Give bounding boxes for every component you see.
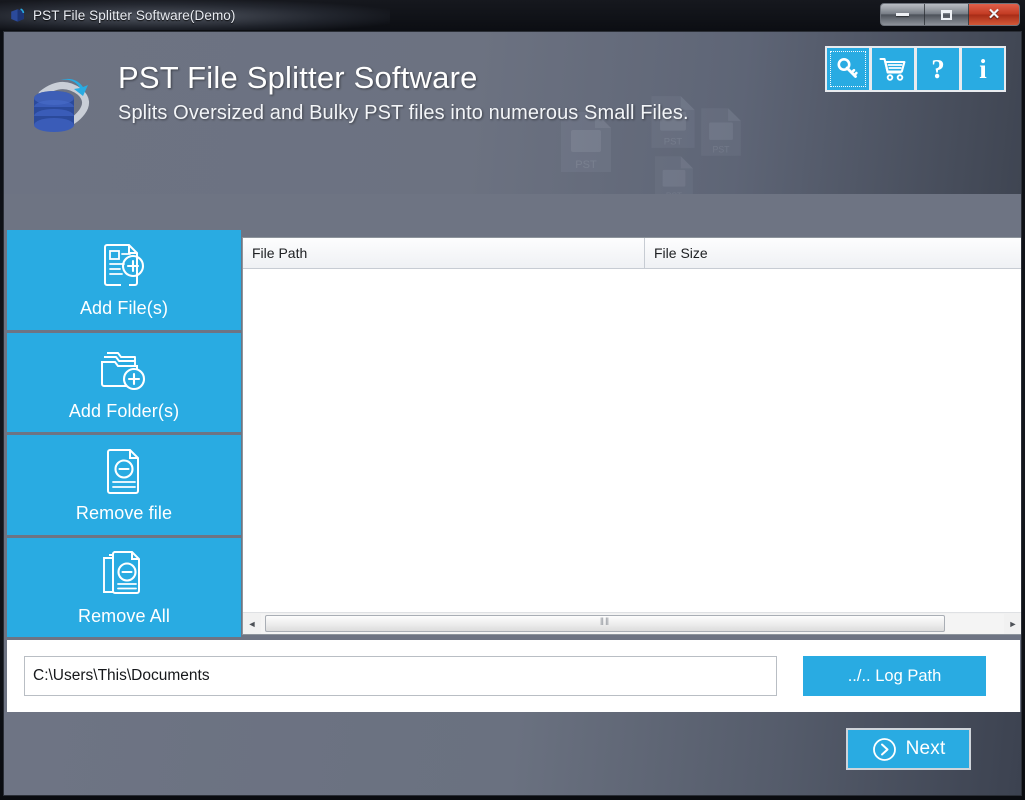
app-window: PST File Splitter Software(Demo) ✕ PST P… <box>0 0 1025 800</box>
remove-file-button[interactable]: Remove file <box>7 435 241 535</box>
pst-file-icon: PST <box>701 108 741 156</box>
footer-bar: Next <box>4 712 1021 795</box>
svg-text:PST: PST <box>713 145 731 155</box>
question-mark-icon: ? <box>931 53 945 84</box>
database-refresh-icon <box>26 72 96 144</box>
chevron-right-circle-icon <box>872 737 896 761</box>
window-controls: ✕ <box>880 3 1020 26</box>
next-button[interactable]: Next <box>846 728 971 770</box>
hscroll-grip-icon: ‖‖ <box>599 617 611 628</box>
log-path-row: ../.. Log Path <box>7 640 1020 712</box>
top-toolbar: ? i <box>825 46 1006 92</box>
help-button[interactable]: ? <box>917 48 959 90</box>
pst-box-icon <box>9 7 26 24</box>
buy-now-button[interactable] <box>872 48 914 90</box>
files-minus-icon <box>100 548 148 602</box>
minimize-button[interactable] <box>881 4 925 25</box>
about-info-button[interactable]: i <box>962 48 1004 90</box>
file-plus-icon <box>100 240 148 294</box>
brand-block: PST File Splitter Software Splits Oversi… <box>26 60 689 144</box>
file-list-header: File Path File Size <box>243 238 1021 269</box>
remove-all-label: Remove All <box>77 605 171 626</box>
action-sidebar: Add File(s) Add Folder(s) Remove file Re… <box>7 230 241 637</box>
add-folders-button[interactable]: Add Folder(s) <box>7 332 241 432</box>
window-title: PST File Splitter Software(Demo) <box>33 7 236 23</box>
add-files-button[interactable]: Add File(s) <box>7 230 241 330</box>
column-file-path[interactable]: File Path <box>243 238 645 268</box>
hscroll-track[interactable]: ‖‖ <box>261 613 1004 634</box>
log-path-browse-button[interactable]: ../.. Log Path <box>803 656 986 696</box>
add-folders-label: Add Folder(s) <box>68 400 180 421</box>
minimize-icon <box>896 13 909 16</box>
hscroll-thumb[interactable]: ‖‖ <box>265 614 945 632</box>
pst-file-icon: PST <box>655 156 693 194</box>
key-icon <box>837 58 858 78</box>
next-button-label: Next <box>905 738 946 759</box>
title-bar: PST File Splitter Software(Demo) ✕ <box>0 0 1025 30</box>
file-list-panel: File Path File Size ◄ ‖‖ ► <box>242 237 1021 635</box>
shopping-cart-icon <box>879 57 906 81</box>
app-banner: PST PST PST PST PST File Splitter Softwa… <box>4 32 1021 194</box>
info-icon: i <box>979 53 987 84</box>
file-minus-icon <box>103 445 145 499</box>
client-area: PST PST PST PST PST File Splitter Softwa… <box>3 31 1022 796</box>
column-file-path-label: File Path <box>252 245 308 261</box>
file-list-body[interactable] <box>243 269 1021 612</box>
remove-all-button[interactable]: Remove All <box>7 537 241 637</box>
svg-text:PST: PST <box>575 159 597 171</box>
add-files-label: Add File(s) <box>79 298 169 319</box>
scroll-left-arrow-icon[interactable]: ◄ <box>243 614 261 634</box>
remove-file-label: Remove file <box>75 503 173 524</box>
column-file-size[interactable]: File Size <box>645 238 1021 268</box>
close-button[interactable]: ✕ <box>969 4 1019 25</box>
folder-plus-icon <box>99 343 149 397</box>
maximize-button[interactable] <box>925 4 969 25</box>
app-title: PST File Splitter Software <box>118 60 478 95</box>
log-path-input[interactable] <box>24 656 777 696</box>
activate-key-button[interactable] <box>827 48 869 90</box>
svg-text:PST: PST <box>666 191 682 194</box>
app-subtitle: Splits Oversized and Bulky PST files int… <box>118 101 689 124</box>
close-icon: ✕ <box>987 6 1001 23</box>
column-file-size-label: File Size <box>654 245 708 261</box>
maximize-icon <box>941 9 952 20</box>
file-list-hscrollbar[interactable]: ◄ ‖‖ ► <box>243 612 1021 634</box>
scroll-right-arrow-icon[interactable]: ► <box>1004 614 1021 634</box>
